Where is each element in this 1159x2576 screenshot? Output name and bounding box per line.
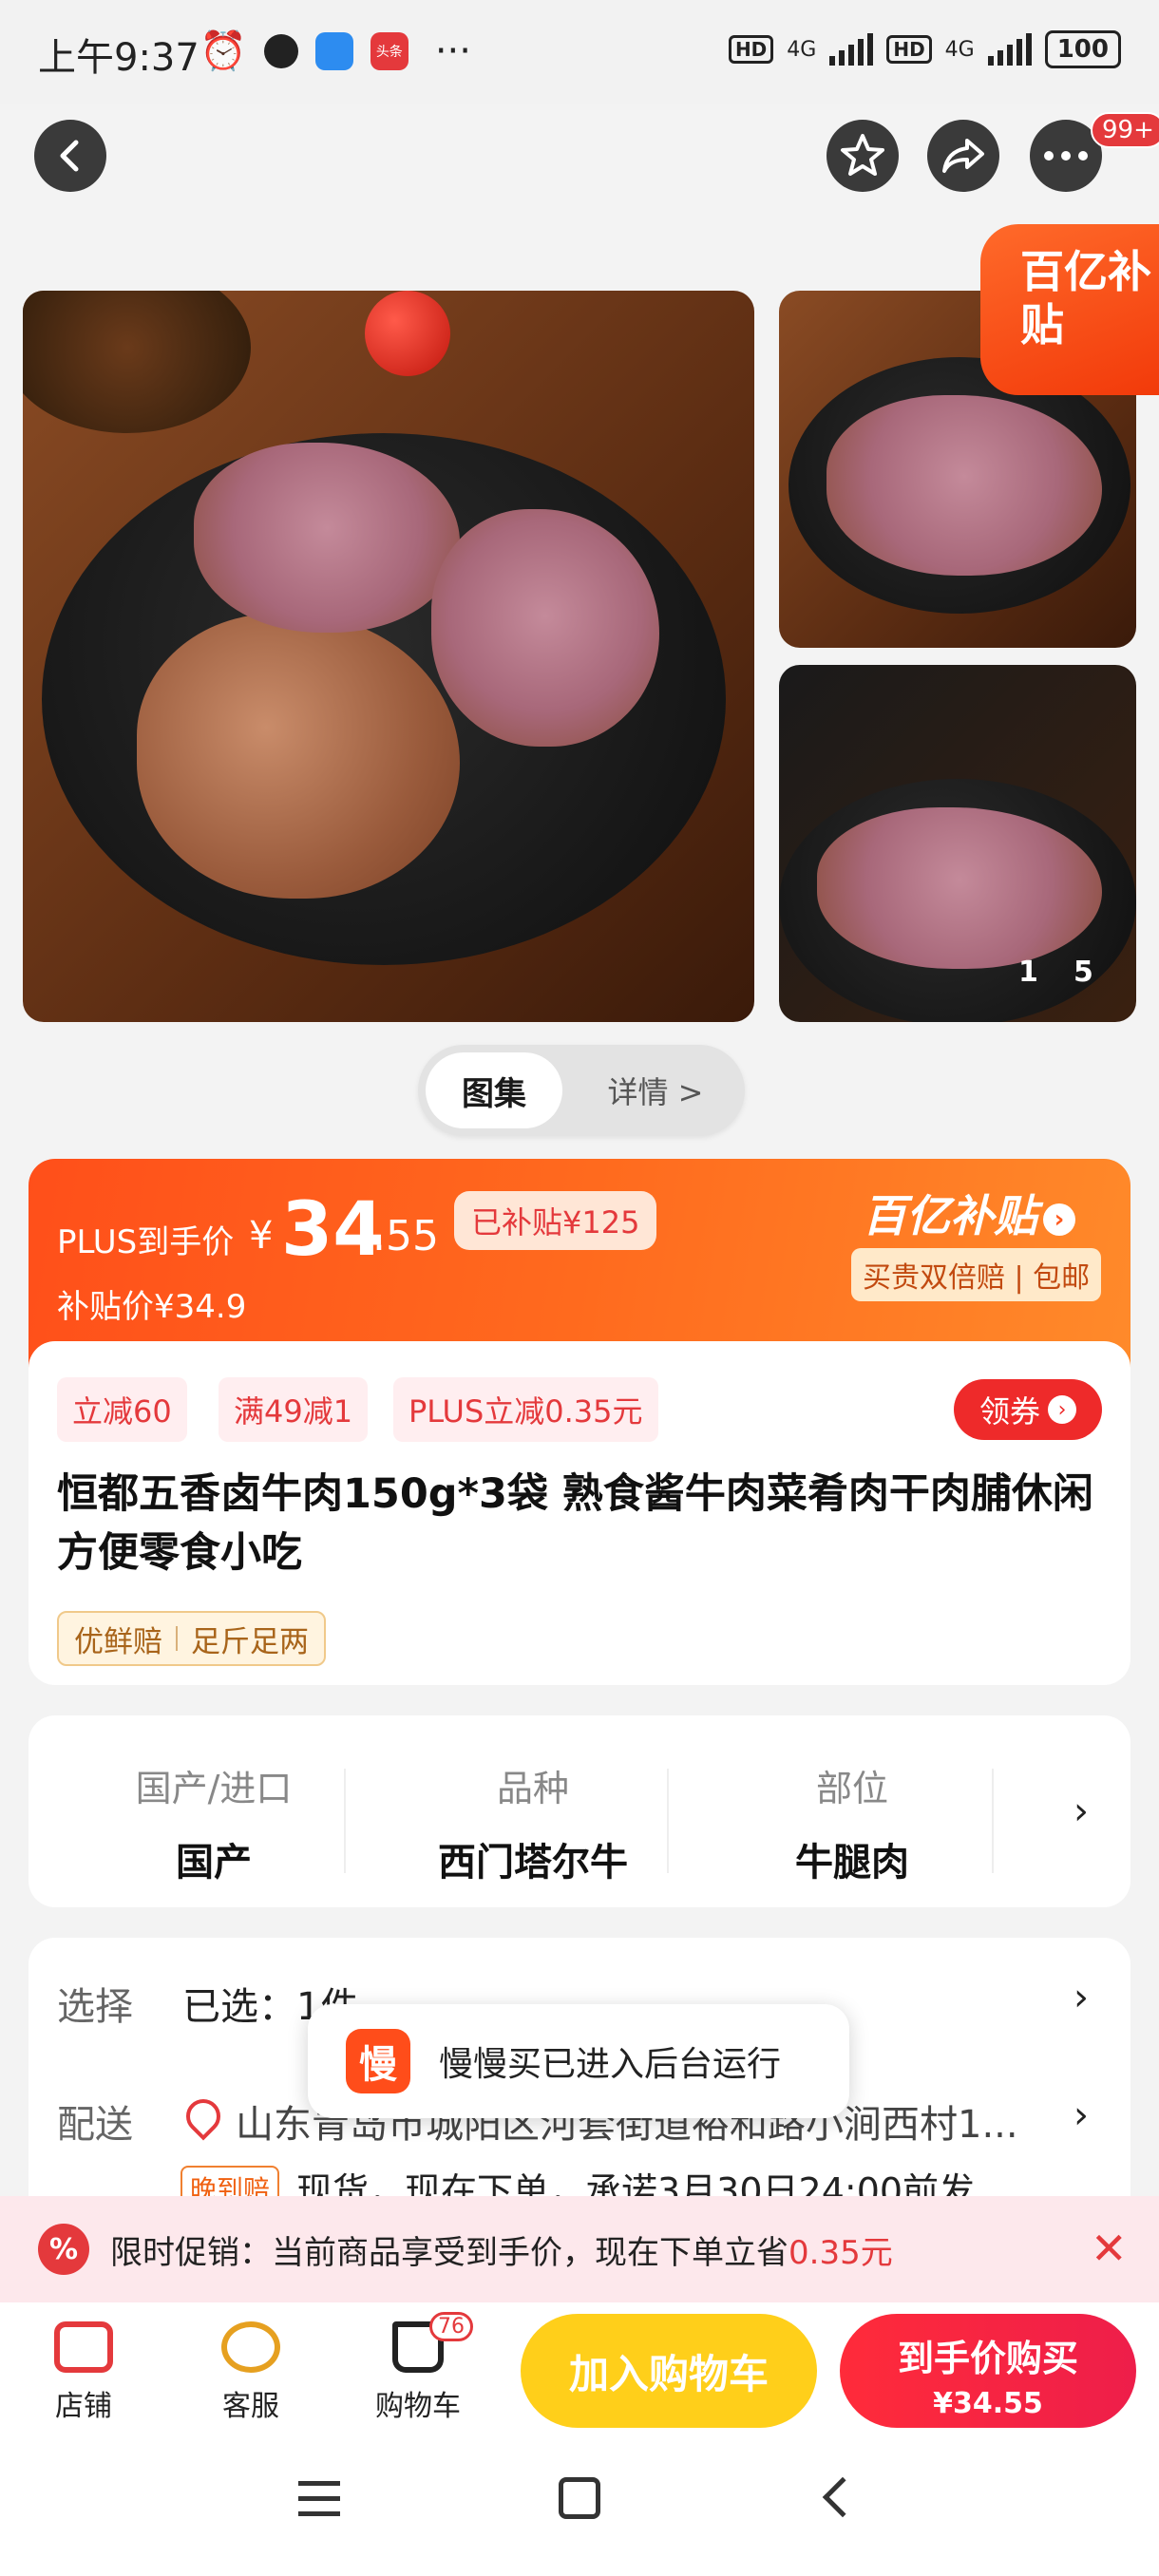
- news-app-icon: 头条: [370, 31, 408, 70]
- tab-details[interactable]: 详情 >: [580, 1052, 732, 1128]
- cart-button[interactable]: 76 购物车: [352, 2312, 484, 2430]
- promotion-text: 限时促销：当前商品享受到手价，现在下单立省0.35元: [110, 2226, 893, 2273]
- back-nav-button[interactable]: [822, 2476, 864, 2518]
- message-count-badge: 99+: [1091, 112, 1159, 148]
- chevron-right-icon: ›: [1074, 1790, 1089, 1833]
- delivery-label: 配送: [57, 2103, 133, 2147]
- system-status: HD 4G HD 4G 100: [728, 30, 1121, 68]
- gallery-counter-total: 5: [1074, 956, 1093, 989]
- attribute-value: 牛腿肉: [795, 1841, 909, 1885]
- status-time: 上午9:37: [38, 36, 200, 80]
- promotion-amount: 0.35元: [788, 2233, 893, 2272]
- service-guarantee[interactable]: 优鲜赔 足斤足两: [57, 1611, 326, 1666]
- promotion-bar: % 限时促销：当前商品享受到手价，现在下单立省0.35元 ✕: [0, 2196, 1159, 2302]
- network-label-1: 4G: [787, 37, 817, 62]
- double-compensation-tag: 买贵双倍赔 | 包邮: [851, 1248, 1102, 1301]
- subsidy-badge: 百亿补贴: [980, 224, 1159, 395]
- promotion-prefix: 限时促销：当前商品享受到手价，现在下单立省: [110, 2233, 788, 2272]
- subsidy-price: 补贴价¥34.9: [57, 1288, 247, 1326]
- star-icon: [841, 134, 884, 176]
- attribute-key: 部位: [815, 1768, 888, 1809]
- message-app-icon: [314, 31, 353, 70]
- manmanmai-app-icon: 慢: [346, 2029, 410, 2093]
- product-info-card: 立减60 满49减1 PLUS立减0.35元 领券 › 恒都五香卤牛肉150g*3…: [28, 1341, 1130, 1685]
- service-label: 客服: [222, 2390, 279, 2423]
- cart-count-badge: 76: [429, 2312, 473, 2341]
- attribute-value: 西门塔尔牛: [438, 1841, 628, 1885]
- share-button[interactable]: [927, 120, 999, 192]
- chevron-right-icon: ›: [1048, 1395, 1076, 1424]
- alarm-icon: ⏰: [200, 29, 247, 73]
- hd-icon: HD: [728, 35, 774, 64]
- attribute-breed: 品种 西门塔尔牛: [376, 1715, 690, 1907]
- toast-message: 慢慢买已进入后台运行: [439, 2045, 782, 2084]
- tab-gallery[interactable]: 图集: [426, 1052, 562, 1128]
- customer-service-icon: [221, 2321, 280, 2373]
- chevron-right-icon: ›: [1074, 2093, 1089, 2137]
- add-to-cart-button[interactable]: 加入购物车: [521, 2314, 817, 2428]
- main-product-image[interactable]: [23, 291, 754, 1022]
- share-icon: [942, 139, 984, 173]
- currency-symbol: ¥: [249, 1214, 274, 1258]
- home-button[interactable]: [559, 2477, 600, 2519]
- store-button[interactable]: 店铺: [17, 2316, 150, 2430]
- customer-service-button[interactable]: 客服: [184, 2316, 317, 2430]
- battery-icon: 100: [1044, 30, 1121, 68]
- gallery-counter-current: 1: [1018, 956, 1038, 989]
- cart-label: 购物车: [375, 2390, 461, 2423]
- back-button[interactable]: [34, 120, 106, 192]
- network-label-2: 4G: [944, 37, 975, 62]
- favorite-button[interactable]: [826, 120, 899, 192]
- background-toast: 慢 慢慢买已进入后台运行: [308, 2004, 849, 2118]
- hd-icon-2: HD: [886, 35, 932, 64]
- app-notification-icon: [263, 33, 298, 68]
- subsidy-program-link[interactable]: 百亿补贴 ›: [863, 1182, 1075, 1244]
- coupon-tag-3: PLUS立减0.35元: [393, 1377, 658, 1442]
- attribute-part: 部位 牛腿肉: [695, 1715, 1009, 1907]
- coupon-tag-1: 立减60: [57, 1377, 187, 1442]
- guarantee-weight: 足斤足两: [191, 1624, 309, 1659]
- buy-now-button[interactable]: 到手价购买 ¥34.55: [840, 2314, 1136, 2428]
- chevron-right-icon: ›: [1043, 1203, 1075, 1236]
- select-label: 选择: [57, 1985, 133, 2029]
- notification-icons: ⏰ 头条 ···: [200, 28, 471, 74]
- more-dots-icon: [1044, 151, 1088, 161]
- attribute-origin: 国产/进口 国产: [57, 1715, 370, 1907]
- subsidized-amount-badge: 已补贴¥125: [454, 1191, 657, 1250]
- more-notifications-icon: ···: [434, 28, 471, 73]
- store-label: 店铺: [55, 2390, 112, 2423]
- product-attributes[interactable]: 国产/进口 国产 品种 西门塔尔牛 部位 牛腿肉 ›: [28, 1715, 1130, 1907]
- gallery-detail-switch: 图集 详情 >: [418, 1045, 745, 1136]
- price-decimal: .55: [372, 1212, 439, 1260]
- store-icon: [54, 2321, 113, 2373]
- price-integer: 34: [281, 1187, 385, 1273]
- signal-icon-2: [987, 33, 1032, 66]
- get-coupon-label: 领券: [978, 1393, 1040, 1430]
- thumbnail-image-2[interactable]: 1 5: [779, 665, 1136, 1022]
- location-pin-icon: [179, 2092, 228, 2141]
- chevron-right-icon: ›: [1074, 1976, 1089, 2019]
- buy-now-label: 到手价购买: [897, 2338, 1078, 2379]
- attribute-key: 品种: [496, 1768, 569, 1809]
- plus-price-label: PLUS到手价: [57, 1223, 235, 1261]
- recent-apps-button[interactable]: [298, 2481, 340, 2527]
- product-title: 恒都五香卤牛肉150g*3袋 熟食酱牛肉菜肴肉干肉脯休闲方便零食小吃: [57, 1470, 1093, 1577]
- get-coupon-button[interactable]: 领券 ›: [954, 1379, 1102, 1440]
- subsidy-logo-text: 百亿补贴: [863, 1190, 1037, 1241]
- signal-icon: [829, 33, 874, 66]
- bottom-action-bar: 店铺 客服 76 购物车 加入购物车 到手价购买 ¥34.55: [0, 2302, 1159, 2435]
- chevron-left-icon: [60, 140, 79, 172]
- guarantee-fresh: 优鲜赔: [74, 1624, 162, 1659]
- coupon-tag-2: 满49减1: [218, 1377, 369, 1442]
- discount-percent-icon: %: [38, 2224, 89, 2275]
- close-promotion-button[interactable]: ✕: [1091, 2223, 1128, 2274]
- status-bar: 上午9:37 ⏰ 头条 ··· HD 4G HD 4G 100: [0, 0, 1159, 104]
- attribute-value: 国产: [176, 1841, 252, 1885]
- buy-now-price: ¥34.55: [933, 2387, 1043, 2420]
- system-navigation-bar: [0, 2435, 1159, 2576]
- attribute-key: 国产/进口: [135, 1768, 293, 1809]
